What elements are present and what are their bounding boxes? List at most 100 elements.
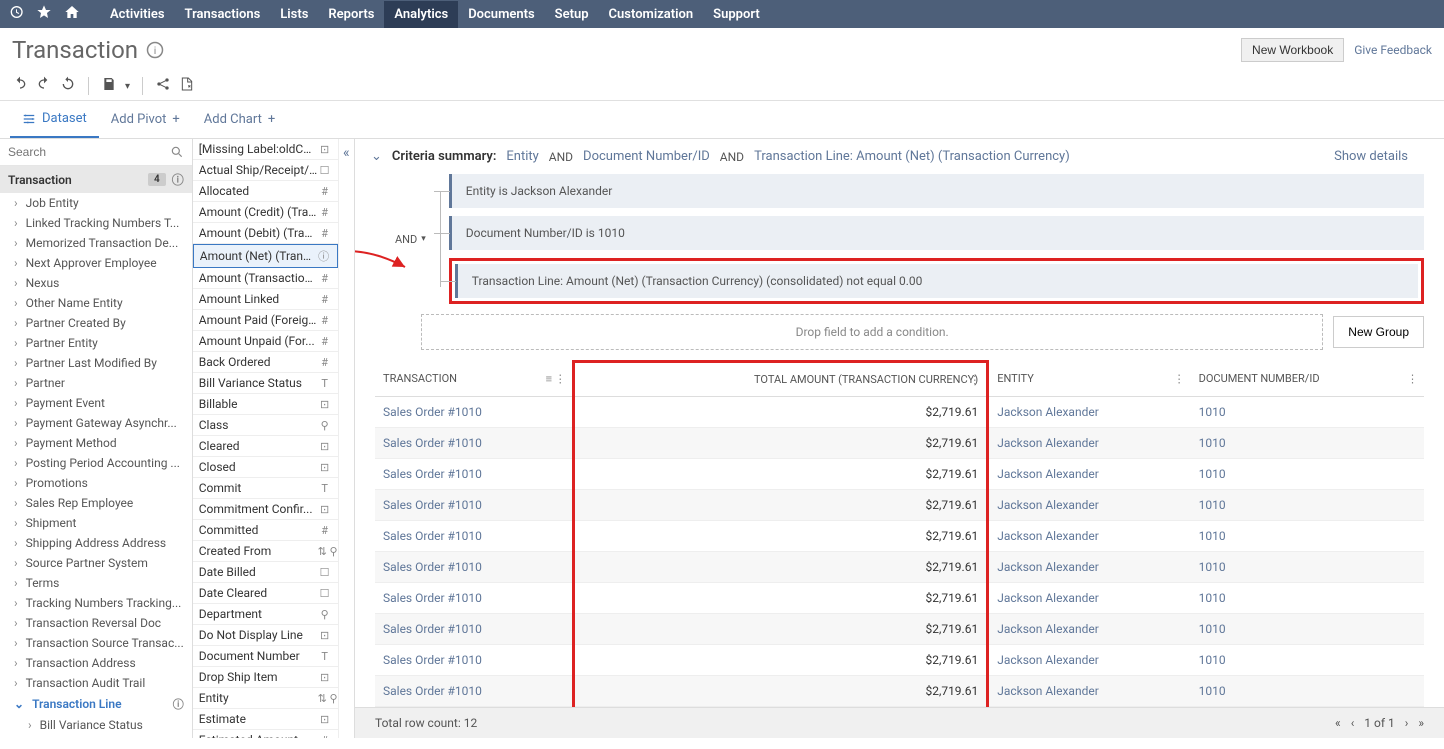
- cell-link[interactable]: Sales Order #1010: [383, 405, 482, 419]
- column-header[interactable]: DOCUMENT NUMBER/ID⋮: [1191, 362, 1424, 397]
- tab-add-pivot[interactable]: Add Pivot+: [99, 101, 192, 138]
- tree-item[interactable]: Promotions: [0, 473, 192, 493]
- field-item[interactable]: Department⚲: [193, 604, 338, 625]
- next-page-icon[interactable]: ›: [1405, 716, 1409, 730]
- cell-link[interactable]: 1010: [1199, 560, 1226, 574]
- new-workbook-button[interactable]: New Workbook: [1241, 38, 1344, 62]
- tree-item[interactable]: Posting Period Accounting ...: [0, 453, 192, 473]
- cell-link[interactable]: 1010: [1199, 591, 1226, 605]
- info-icon[interactable]: ⓘ: [172, 171, 184, 188]
- tab-add-chart[interactable]: Add Chart+: [192, 101, 287, 138]
- tree-item[interactable]: Transaction Audit Trail: [0, 673, 192, 693]
- field-item[interactable]: [Missing Label:oldCo...⊡: [193, 139, 338, 160]
- topnav-item-activities[interactable]: Activities: [100, 1, 175, 28]
- field-item[interactable]: Amount Paid (Foreig...#: [193, 310, 338, 331]
- star-icon[interactable]: [36, 4, 52, 24]
- refresh-icon[interactable]: [60, 76, 76, 96]
- criteria-item-docnum[interactable]: Document Number/ID: [583, 149, 710, 164]
- field-item[interactable]: Created From⇅ ⚲: [193, 541, 338, 562]
- drop-condition-area[interactable]: Drop field to add a condition.: [421, 314, 1323, 350]
- cell-link[interactable]: Sales Order #1010: [383, 467, 482, 481]
- cell-link[interactable]: 1010: [1199, 653, 1226, 667]
- tree-item[interactable]: Job Entity: [0, 193, 192, 213]
- collapse-panel-button[interactable]: «: [338, 139, 354, 738]
- dropdown-icon[interactable]: ▾: [125, 81, 130, 92]
- column-header[interactable]: ENTITY⋮: [988, 362, 1191, 397]
- cell-link[interactable]: Sales Order #1010: [383, 560, 482, 574]
- cell-link[interactable]: Jackson Alexander: [997, 436, 1099, 450]
- tab-dataset[interactable]: Dataset: [10, 101, 99, 138]
- field-item[interactable]: CommitT: [193, 478, 338, 499]
- field-item[interactable]: Date Billed☐: [193, 562, 338, 583]
- column-header[interactable]: TRANSACTION≡ ⋮: [375, 362, 573, 397]
- tree-item[interactable]: Source Partner System: [0, 553, 192, 573]
- history-icon[interactable]: [8, 4, 24, 24]
- chevron-down-icon[interactable]: ⌄: [371, 149, 382, 164]
- tree-item[interactable]: Terms: [0, 573, 192, 593]
- field-item[interactable]: Amount Linked#: [193, 289, 338, 310]
- cell-link[interactable]: Sales Order #1010: [383, 529, 482, 543]
- topnav-item-documents[interactable]: Documents: [458, 1, 544, 28]
- criteria-row[interactable]: Transaction Line: Amount (Net) (Transact…: [455, 264, 1418, 298]
- field-item[interactable]: Actual Ship/Receipt/P...☐: [193, 160, 338, 181]
- cell-link[interactable]: 1010: [1199, 467, 1226, 481]
- tree-item[interactable]: Nexus: [0, 273, 192, 293]
- save-icon[interactable]: [101, 76, 117, 96]
- cell-link[interactable]: Jackson Alexander: [997, 684, 1099, 698]
- field-item[interactable]: Amount (Debit) (Tran...#: [193, 223, 338, 244]
- tree-item[interactable]: Linked Tracking Numbers T...: [0, 213, 192, 233]
- cell-link[interactable]: 1010: [1199, 622, 1226, 636]
- field-item[interactable]: Do Not Display Line⊡: [193, 625, 338, 646]
- info-icon[interactable]: i: [146, 41, 164, 59]
- give-feedback-link[interactable]: Give Feedback: [1354, 43, 1432, 57]
- tree-item[interactable]: Class: [0, 735, 192, 738]
- cell-link[interactable]: Jackson Alexander: [997, 622, 1099, 636]
- home-icon[interactable]: [64, 4, 80, 24]
- tree-item[interactable]: Transaction Line: [0, 693, 192, 715]
- cell-link[interactable]: Jackson Alexander: [997, 591, 1099, 605]
- field-item[interactable]: Entity⇅ ⚲: [193, 688, 338, 709]
- tree-item[interactable]: Transaction Source Transac...: [0, 633, 192, 653]
- new-group-button[interactable]: New Group: [1333, 316, 1424, 348]
- cell-link[interactable]: Jackson Alexander: [997, 405, 1099, 419]
- criteria-item-entity[interactable]: Entity: [506, 149, 538, 164]
- field-item[interactable]: Allocated#: [193, 181, 338, 202]
- and-operator[interactable]: AND▾: [395, 233, 434, 246]
- tree-item[interactable]: Payment Gateway Asynchr...: [0, 413, 192, 433]
- redo-icon[interactable]: [36, 76, 52, 96]
- field-item[interactable]: Bill Variance StatusT: [193, 373, 338, 394]
- field-item[interactable]: Amount (Transaction...#: [193, 268, 338, 289]
- tree-item[interactable]: Partner Last Modified By: [0, 353, 192, 373]
- tree-item[interactable]: Payment Event: [0, 393, 192, 413]
- undo-icon[interactable]: [12, 76, 28, 96]
- field-item[interactable]: Committed#: [193, 520, 338, 541]
- field-item[interactable]: Estimate⊡: [193, 709, 338, 730]
- topnav-item-setup[interactable]: Setup: [545, 1, 599, 28]
- column-menu-icon[interactable]: ⋮: [1407, 372, 1418, 385]
- field-item[interactable]: Amount (Net) (Transa...ⓘ: [193, 244, 338, 268]
- tree-item[interactable]: Tracking Numbers Tracking...: [0, 593, 192, 613]
- field-item[interactable]: Amount Unpaid (For...#: [193, 331, 338, 352]
- tree-item[interactable]: Bill Variance Status: [0, 715, 192, 735]
- tree-item[interactable]: Transaction Reversal Doc: [0, 613, 192, 633]
- cell-link[interactable]: Sales Order #1010: [383, 498, 482, 512]
- cell-link[interactable]: Sales Order #1010: [383, 622, 482, 636]
- show-details-link[interactable]: Show details: [1334, 149, 1408, 164]
- column-menu-icon[interactable]: ⋮: [969, 373, 980, 386]
- criteria-row[interactable]: Document Number/ID is 1010: [449, 216, 1424, 250]
- cell-link[interactable]: 1010: [1199, 498, 1226, 512]
- cell-link[interactable]: Sales Order #1010: [383, 653, 482, 667]
- topnav-item-support[interactable]: Support: [703, 1, 770, 28]
- search-box[interactable]: [0, 139, 192, 166]
- cell-link[interactable]: 1010: [1199, 436, 1226, 450]
- topnav-item-customization[interactable]: Customization: [599, 1, 704, 28]
- field-item[interactable]: Drop Ship Item⊡: [193, 667, 338, 688]
- field-item[interactable]: Billable⊡: [193, 394, 338, 415]
- tree-item[interactable]: Memorized Transaction De...: [0, 233, 192, 253]
- criteria-item-amount[interactable]: Transaction Line: Amount (Net) (Transact…: [754, 149, 1070, 164]
- search-input[interactable]: [8, 145, 170, 159]
- tree-item[interactable]: Partner Created By: [0, 313, 192, 333]
- cell-link[interactable]: Sales Order #1010: [383, 684, 482, 698]
- tree-item[interactable]: Payment Method: [0, 433, 192, 453]
- export-icon[interactable]: [179, 76, 195, 96]
